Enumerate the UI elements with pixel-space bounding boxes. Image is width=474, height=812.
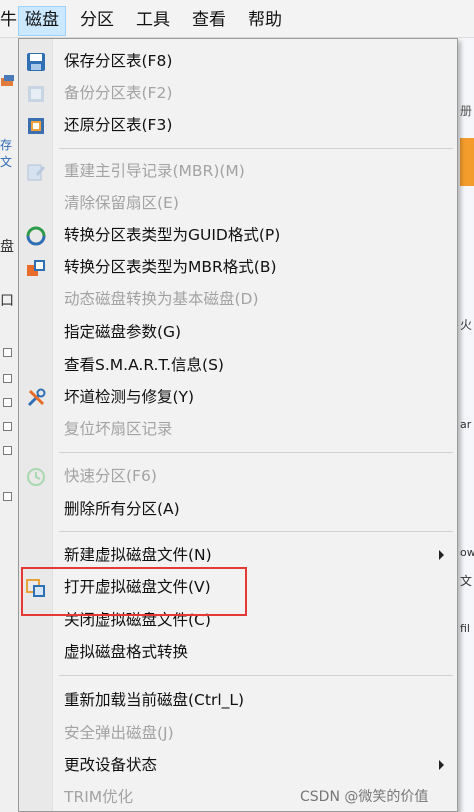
bg-disk-fragment: 盘 [0, 239, 14, 255]
menu-item-label: 还原分区表(F3) [64, 116, 173, 134]
menu-item-label: 备份分区表(F2) [64, 84, 173, 102]
watermark: CSDN @微笑的价值 [300, 789, 429, 805]
menu-item-label: 保存分区表(F8) [64, 52, 173, 70]
submenu-arrow-icon [439, 550, 444, 560]
menu-item-reset-bad-sectors[interactable]: 复位坏扇区记录 [19, 414, 457, 444]
menu-item-label: 转换分区表类型为MBR格式(B) [64, 258, 277, 276]
menu-item-disk-parameters[interactable]: 指定磁盘参数(G) [19, 317, 457, 347]
background-window-left: 存文 盘 口 [0, 38, 18, 812]
menu-separator [59, 675, 453, 676]
bg-fil-fragment: fil [460, 622, 470, 635]
menu-item-rebuild-mbr[interactable]: 重建主引导记录(MBR)(M) [19, 156, 457, 186]
repair-tools-icon [27, 388, 46, 407]
bg-port-fragment: 口 [0, 293, 14, 309]
menu-view[interactable]: 查看 [192, 10, 226, 30]
menu-item-label: 更改设备状态 [64, 756, 158, 774]
menu-item-label: 删除所有分区(A) [64, 500, 180, 518]
menu-item-label: 查看S.M.A.R.T.信息(S) [64, 356, 224, 374]
menu-item-convert-to-mbr[interactable]: 转换分区表类型为MBR格式(B) [19, 252, 457, 282]
menu-item-label: 安全弹出磁盘(J) [64, 724, 174, 742]
menu-separator [59, 452, 453, 453]
menu-item-label: 虚拟磁盘格式转换 [64, 643, 189, 661]
menu-item-label: 指定磁盘参数(G) [64, 323, 182, 341]
menu-item-label: 清除保留扇区(E) [64, 194, 179, 212]
tree-expander[interactable] [3, 348, 12, 357]
menu-item-eject-disk[interactable]: 安全弹出磁盘(J) [19, 718, 457, 748]
menu-item-convert-to-guid[interactable]: 转换分区表类型为GUID格式(P) [19, 220, 457, 250]
menu-item-label: TRIM优化 [64, 788, 134, 806]
menu-item-smart-info[interactable]: 查看S.M.A.R.T.信息(S) [19, 350, 457, 380]
menu-partition[interactable]: 分区 [80, 10, 114, 30]
menu-item-delete-all-partitions[interactable]: 删除所有分区(A) [19, 494, 457, 524]
save-icon [27, 53, 45, 71]
menu-item-quick-partition[interactable]: 快速分区(F6) [19, 461, 457, 491]
menu-disk[interactable]: 磁盘 [18, 6, 66, 36]
rebuild-mbr-icon [27, 164, 45, 181]
bg-ar-fragment: ar [460, 418, 472, 431]
tree-expander[interactable] [3, 492, 12, 501]
menubar-left-fragment: 牛 [0, 10, 17, 30]
tree-expander[interactable] [3, 398, 12, 407]
convert-mbr-icon [27, 260, 45, 276]
tree-expander[interactable] [3, 422, 12, 431]
bg-ow-fragment: ow [460, 546, 474, 559]
bg-wen-fragment: 文 [460, 574, 473, 588]
menu-item-backup-partition-table[interactable]: 备份分区表(F2) [19, 78, 457, 108]
toolbar-tool-icon [1, 75, 14, 86]
menu-item-label: 转换分区表类型为GUID格式(P) [64, 226, 281, 244]
menu-item-label: 重新加载当前磁盘(Ctrl_L) [64, 691, 245, 709]
menu-item-clear-reserved-sectors[interactable]: 清除保留扇区(E) [19, 188, 457, 218]
backup-icon [28, 86, 44, 102]
menu-item-reload-disk[interactable]: 重新加载当前磁盘(Ctrl_L) [19, 685, 457, 715]
tree-expander[interactable] [3, 446, 12, 455]
menu-item-label: 坏道检测与修复(Y) [64, 388, 195, 406]
bg-save-fragment: 存文 [0, 138, 13, 169]
menu-item-label: 新建虚拟磁盘文件(N) [64, 546, 212, 564]
disk-menu-dropdown: 保存分区表(F8) 备份分区表(F2) 还原分区表(F3) 重建主引导记录(MB… [18, 38, 458, 812]
bg-ce-fragment: 册 [460, 104, 473, 118]
convert-guid-icon [26, 226, 46, 246]
menu-tools[interactable]: 工具 [136, 10, 170, 30]
menu-item-new-virtual-disk[interactable]: 新建虚拟磁盘文件(N) [19, 540, 457, 570]
submenu-arrow-icon [439, 760, 444, 770]
menu-help[interactable]: 帮助 [248, 10, 282, 30]
menu-item-bad-sector-check[interactable]: 坏道检测与修复(Y) [19, 382, 457, 412]
quick-partition-icon [27, 468, 45, 486]
menu-item-label: 复位坏扇区记录 [64, 420, 173, 438]
menu-item-label: 快速分区(F6) [64, 467, 157, 485]
menu-item-change-device-state[interactable]: 更改设备状态 [19, 750, 457, 780]
menu-item-label: 动态磁盘转换为基本磁盘(D) [64, 290, 259, 308]
menu-separator [59, 148, 453, 149]
bg-huo-fragment: 火 [460, 318, 473, 332]
highlight-annotation-box [21, 567, 247, 616]
menu-item-dynamic-to-basic[interactable]: 动态磁盘转换为基本磁盘(D) [19, 284, 457, 314]
menu-item-save-partition-table[interactable]: 保存分区表(F8) [19, 46, 457, 76]
menu-item-label: 重建主引导记录(MBR)(M) [64, 162, 245, 180]
background-accent-strip [460, 138, 474, 186]
menu-item-restore-partition-table[interactable]: 还原分区表(F3) [19, 110, 457, 140]
tree-expander[interactable] [3, 374, 12, 383]
menu-bar: 牛 磁盘 分区 工具 查看 帮助 [0, 0, 474, 38]
menu-separator [59, 531, 453, 532]
restore-icon [28, 118, 44, 134]
menu-item-vdisk-format-convert[interactable]: 虚拟磁盘格式转换 [19, 637, 457, 667]
